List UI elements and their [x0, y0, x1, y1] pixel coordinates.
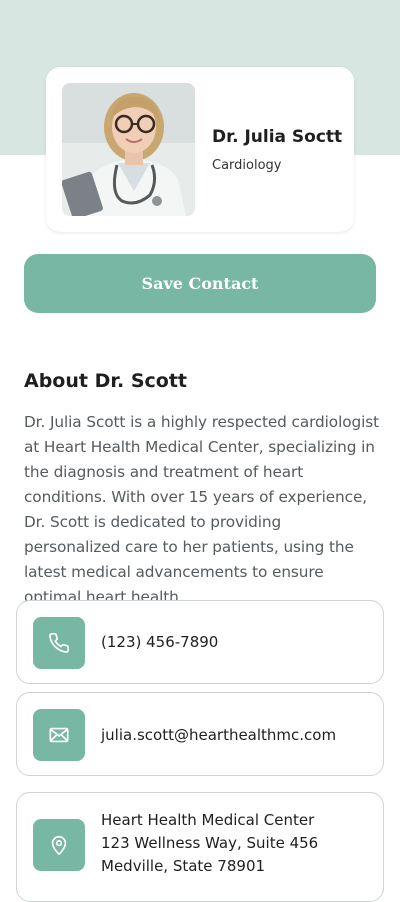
address-line-1: Heart Health Medical Center — [101, 811, 315, 829]
email-address: julia.scott@hearthealthmc.com — [101, 726, 337, 744]
save-contact-button[interactable]: Save Contact — [24, 254, 376, 313]
profile-card: Dr. Julia Soctt Cardiology — [46, 67, 354, 232]
phone-contact-card[interactable]: (123) 456-7890 — [16, 600, 384, 684]
about-description: Dr. Julia Scott is a highly respected ca… — [24, 413, 380, 606]
address-line-3: Medville, State 78901 — [101, 857, 266, 875]
address-contact-card[interactable]: Heart Health Medical Center 123 Wellness… — [16, 792, 384, 902]
address-line-2: 123 Wellness Way, Suite 456 — [101, 834, 319, 852]
mail-icon — [33, 709, 85, 761]
doctor-name: Dr. Julia Soctt — [212, 127, 343, 147]
email-contact-card[interactable]: julia.scott@hearthealthmc.com — [16, 692, 384, 776]
phone-number: (123) 456-7890 — [101, 633, 219, 651]
location-pin-icon — [33, 819, 85, 871]
doctor-specialty: Cardiology — [212, 158, 282, 173]
doctor-avatar — [62, 83, 195, 216]
address-block: Heart Health Medical Center 123 Wellness… — [101, 809, 318, 878]
phone-icon — [33, 617, 85, 669]
about-heading: About Dr. Scott — [24, 370, 188, 392]
